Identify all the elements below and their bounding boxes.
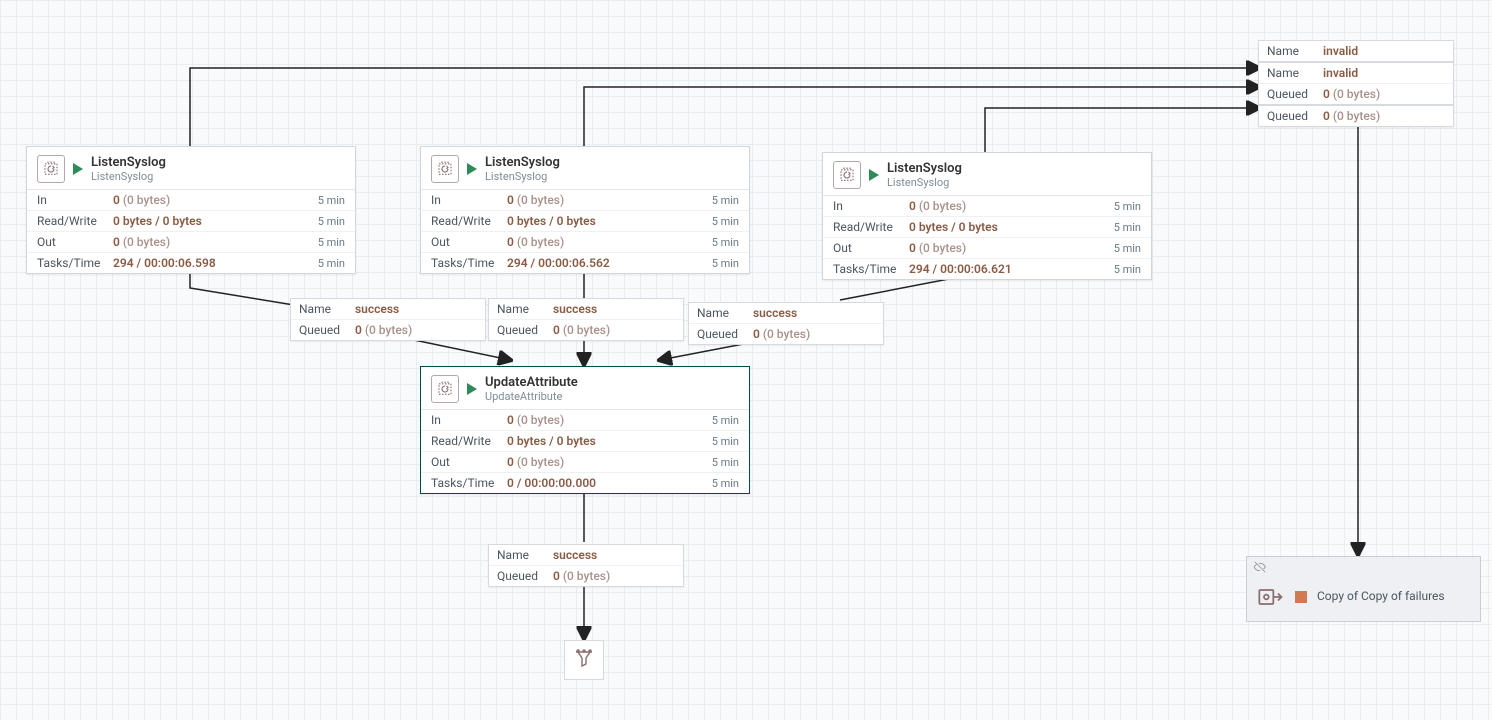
connection-success-2[interactable]: Namesuccess Queued0 (0 bytes) [488, 298, 684, 341]
processor-icon [833, 161, 861, 189]
connection-success-3[interactable]: Namesuccess Queued0 (0 bytes) [688, 302, 884, 345]
connection-invalid-3[interactable]: Queued0 (0 bytes) [1258, 105, 1454, 127]
process-group-icon [1257, 583, 1285, 611]
play-icon [869, 169, 879, 181]
processor-title: ListenSyslog [887, 161, 962, 176]
processor-type: ListenSyslog [887, 176, 962, 189]
processor-title: UpdateAttribute [485, 375, 578, 390]
processor-icon [431, 375, 459, 403]
connection-invalid-1[interactable]: Nameinvalid [1258, 40, 1454, 62]
processor-listensyslog-1[interactable]: ListenSyslog ListenSyslog In0 (0 bytes)5… [26, 146, 356, 274]
processor-listensyslog-3[interactable]: ListenSyslog ListenSyslog In0 (0 bytes)5… [822, 152, 1152, 280]
eye-off-icon [1253, 560, 1267, 574]
connection-success-4[interactable]: Namesuccess Queued0 (0 bytes) [488, 544, 684, 587]
play-icon [467, 383, 477, 395]
process-group-failures[interactable]: Copy of Copy of failures [1246, 556, 1481, 622]
processor-type: UpdateAttribute [485, 390, 578, 403]
processor-title: ListenSyslog [485, 155, 560, 170]
processor-listensyslog-2[interactable]: ListenSyslog ListenSyslog In0 (0 bytes)5… [420, 146, 750, 274]
processor-icon [431, 155, 459, 183]
connection-invalid-stack: Nameinvalid Nameinvalid Queued0 (0 bytes… [1258, 40, 1454, 129]
play-icon [73, 163, 83, 175]
processor-updateattribute[interactable]: UpdateAttribute UpdateAttribute In0 (0 b… [420, 366, 750, 494]
connection-success-1[interactable]: Namesuccess Queued0 (0 bytes) [290, 298, 486, 341]
funnel[interactable] [564, 640, 604, 680]
processor-type: ListenSyslog [91, 170, 166, 183]
processor-title: ListenSyslog [91, 155, 166, 170]
stop-icon [1295, 591, 1307, 603]
processor-icon [37, 155, 65, 183]
play-icon [467, 163, 477, 175]
processor-type: ListenSyslog [485, 170, 560, 183]
process-group-title: Copy of Copy of failures [1317, 589, 1445, 605]
connection-invalid-2[interactable]: Nameinvalid Queued0 (0 bytes) [1258, 62, 1454, 105]
